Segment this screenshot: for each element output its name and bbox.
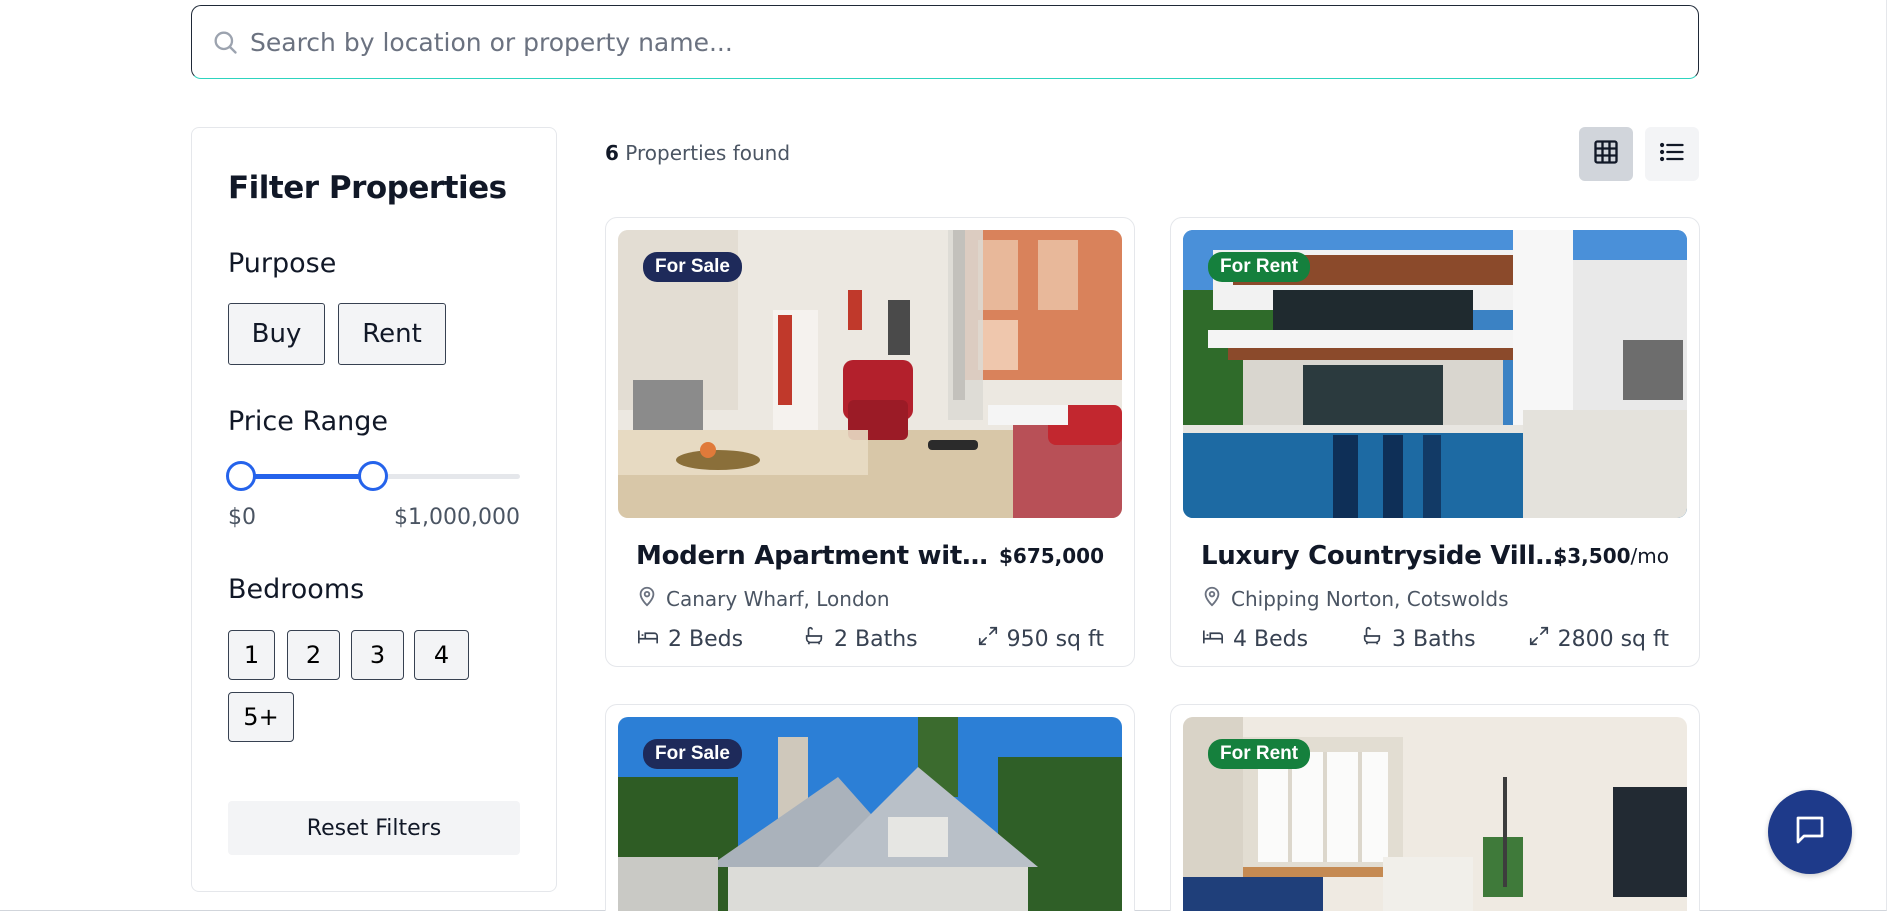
purpose-buy-button[interactable]: Buy xyxy=(228,303,325,365)
search-icon xyxy=(210,27,240,57)
baths-value: 3 Baths xyxy=(1392,626,1476,652)
purpose-rent-button[interactable]: Rent xyxy=(338,303,446,365)
bedroom-option-4[interactable]: 4 xyxy=(414,630,469,680)
bedroom-option-2[interactable]: 2 xyxy=(287,630,340,680)
area-value: 950 sq ft xyxy=(1006,626,1104,652)
property-stats: 2 Beds 2 Baths 950 sq ft xyxy=(636,625,1104,653)
grid-view-button[interactable] xyxy=(1579,127,1633,181)
area-value: 2800 sq ft xyxy=(1557,626,1669,652)
property-location: Chipping Norton, Cotswolds xyxy=(1201,585,1509,612)
grid-icon xyxy=(1592,138,1620,171)
property-title[interactable]: Modern Apartment with Riv... xyxy=(636,541,1006,571)
price-max-label: $1,000,000 xyxy=(394,505,520,530)
reset-filters-button[interactable]: Reset Filters xyxy=(228,801,520,855)
filter-panel: Filter Properties Purpose Buy Rent Price… xyxy=(191,127,557,892)
bedroom-option-1[interactable]: 1 xyxy=(228,630,275,680)
search-input[interactable] xyxy=(250,27,1698,57)
list-icon xyxy=(1658,138,1686,171)
price-suffix: /mo xyxy=(1630,544,1669,568)
beds-value: 2 Beds xyxy=(668,626,744,652)
property-card[interactable]: For Sale Modern Apartment with Riv... $6… xyxy=(605,217,1135,667)
property-price: $675,000 xyxy=(999,544,1104,568)
price-min-label: $0 xyxy=(228,505,256,530)
list-view-button[interactable] xyxy=(1645,127,1699,181)
filter-title: Filter Properties xyxy=(228,170,507,206)
listing-badge: For Rent xyxy=(1208,252,1311,282)
property-price: $3,500/mo xyxy=(1553,544,1669,568)
property-card[interactable]: For Rent xyxy=(1170,704,1700,911)
property-card[interactable]: For Sale xyxy=(605,704,1135,911)
property-card[interactable]: For Rent Luxury Countryside Villa... $3,… xyxy=(1170,217,1700,667)
baths-value: 2 Baths xyxy=(834,626,918,652)
search-bar[interactable] xyxy=(191,5,1699,79)
results-count: 6 Properties found xyxy=(605,141,790,165)
property-photo[interactable]: For Sale xyxy=(618,230,1122,518)
expand-icon xyxy=(977,625,999,653)
baths-stat: 3 Baths xyxy=(1360,625,1476,653)
beds-value: 4 Beds xyxy=(1233,626,1309,652)
map-pin-icon xyxy=(636,585,658,612)
bedrooms-label: Bedrooms xyxy=(228,574,365,605)
property-photo[interactable]: For Rent xyxy=(1183,717,1687,911)
location-text: Chipping Norton, Cotswolds xyxy=(1231,586,1509,611)
property-stats: 4 Beds 3 Baths 2800 sq ft xyxy=(1201,625,1669,653)
area-stat: 950 sq ft xyxy=(977,625,1104,653)
chat-bubble-icon xyxy=(1792,812,1828,853)
price-min-thumb[interactable] xyxy=(226,461,256,491)
baths-stat: 2 Baths xyxy=(802,625,918,653)
property-title[interactable]: Luxury Countryside Villa... xyxy=(1201,541,1571,571)
price-max-thumb[interactable] xyxy=(358,461,388,491)
bedroom-option-3[interactable]: 3 xyxy=(351,630,404,680)
bed-icon xyxy=(1201,625,1225,653)
listing-badge: For Sale xyxy=(643,739,742,769)
listing-badge: For Rent xyxy=(1208,739,1311,769)
results-count-number: 6 xyxy=(605,141,619,165)
expand-icon xyxy=(1528,625,1550,653)
price-value: $3,500 xyxy=(1553,544,1631,568)
bed-icon xyxy=(636,625,660,653)
beds-stat: 4 Beds xyxy=(1201,625,1308,653)
beds-stat: 2 Beds xyxy=(636,625,743,653)
price-range-label: Price Range xyxy=(228,406,389,437)
price-value: $675,000 xyxy=(998,544,1104,568)
bath-icon xyxy=(1360,625,1384,653)
bath-icon xyxy=(802,625,826,653)
price-slider[interactable] xyxy=(226,461,520,491)
results-count-label: Properties found xyxy=(625,141,791,165)
property-photo[interactable]: For Rent xyxy=(1183,230,1687,518)
location-text: Canary Wharf, London xyxy=(666,586,890,611)
chat-button[interactable] xyxy=(1768,790,1852,874)
map-pin-icon xyxy=(1201,585,1223,612)
bedroom-option-5plus[interactable]: 5+ xyxy=(228,692,294,742)
listing-badge: For Sale xyxy=(643,252,742,282)
area-stat: 2800 sq ft xyxy=(1528,625,1669,653)
purpose-label: Purpose xyxy=(228,248,337,279)
property-photo[interactable]: For Sale xyxy=(618,717,1122,911)
property-location: Canary Wharf, London xyxy=(636,585,890,612)
